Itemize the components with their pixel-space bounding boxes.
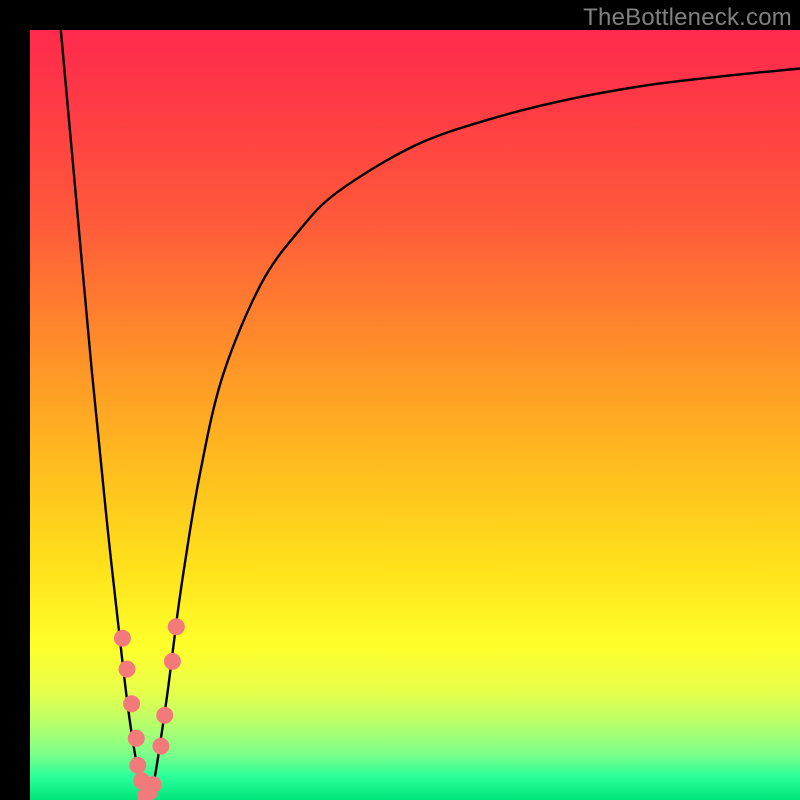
data-dot (168, 618, 185, 635)
plot-area (30, 30, 800, 800)
data-dot (145, 776, 162, 793)
watermark-text: TheBottleneck.com (583, 4, 792, 32)
chart-frame: TheBottleneck.com (0, 0, 800, 800)
data-dot (156, 707, 173, 724)
bottleneck-curve (61, 30, 800, 800)
data-dot (164, 653, 181, 670)
chart-svg (30, 30, 800, 800)
data-dot (128, 730, 145, 747)
data-dot (119, 661, 136, 678)
data-dot (114, 630, 131, 647)
data-dot (152, 738, 169, 755)
data-dot (129, 757, 146, 774)
data-dot (123, 695, 140, 712)
